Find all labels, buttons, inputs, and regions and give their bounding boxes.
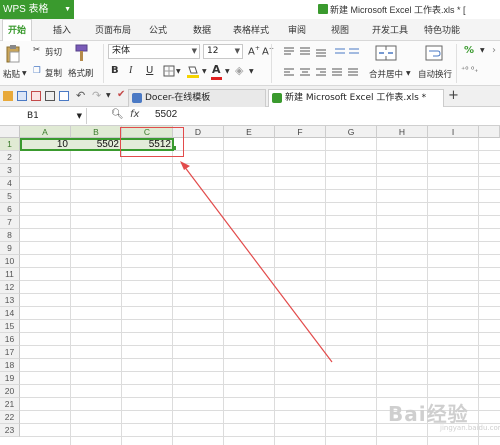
annotation-arrow bbox=[180, 161, 333, 363]
watermark: Bai经验 bbox=[388, 402, 469, 426]
watermark-url: jingyan.baidu.com bbox=[440, 424, 500, 432]
